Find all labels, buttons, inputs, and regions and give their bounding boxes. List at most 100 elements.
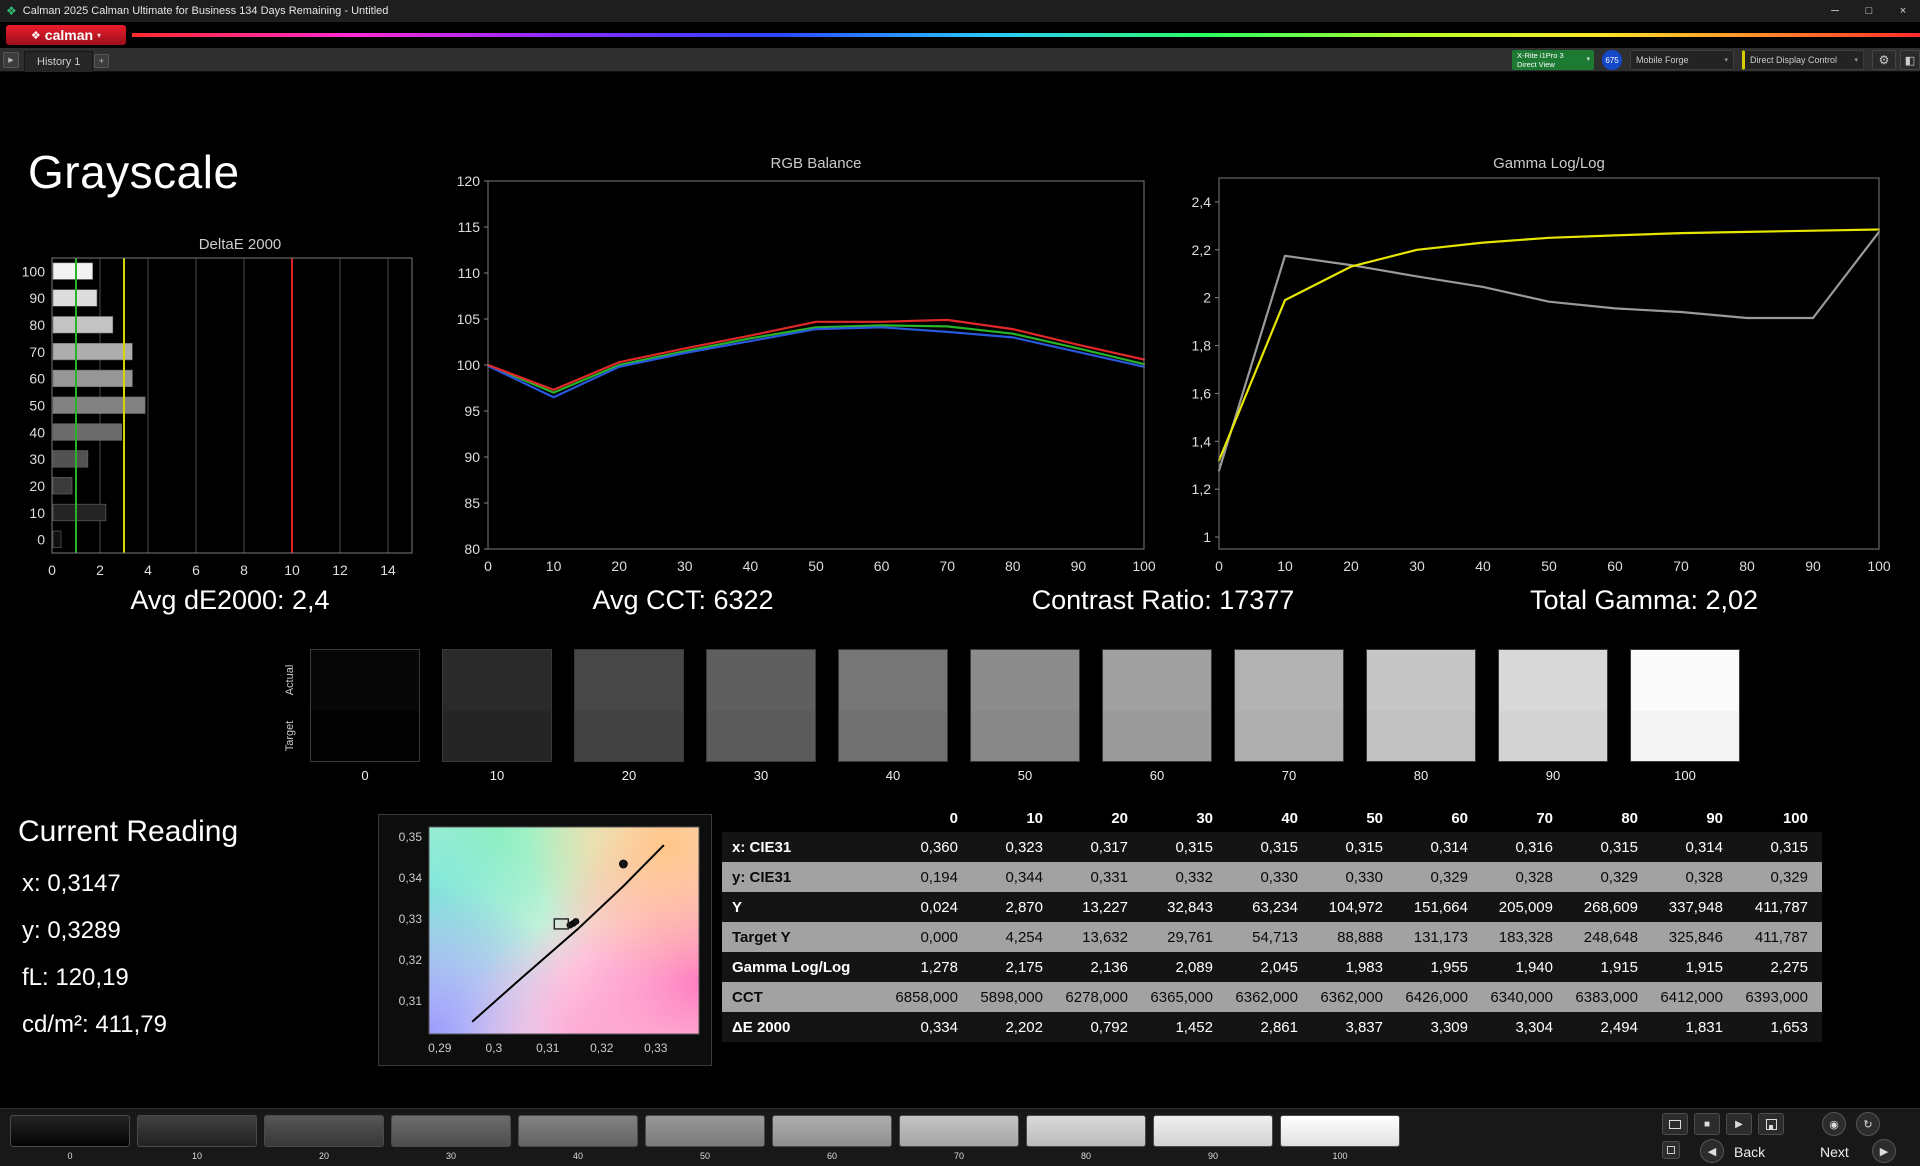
display-control-dropdown[interactable]: Direct Display Control ▾ <box>1742 50 1864 70</box>
table-cell: 0,315 <box>1567 832 1652 862</box>
pattern-level-button[interactable] <box>1153 1115 1273 1147</box>
back-circle-button[interactable]: ◀ <box>1700 1139 1724 1163</box>
calman-app-icon: ❖ <box>6 4 17 18</box>
table-row-label: x: CIE31 <box>722 832 887 862</box>
target-icon: ◉ <box>1829 1118 1839 1131</box>
actual-row-label: Actual <box>284 664 296 696</box>
table-cell: 6858,000 <box>887 982 972 1012</box>
table-cell: 0,792 <box>1057 1012 1142 1042</box>
source-dropdown[interactable]: Mobile Forge ▾ <box>1630 50 1734 70</box>
table-cell: 6340,000 <box>1482 982 1567 1012</box>
swatch-level-label: 10 <box>489 768 505 783</box>
pattern-level-label: 30 <box>445 1151 456 1161</box>
pattern-level-button[interactable] <box>1026 1115 1146 1147</box>
panel-toggle-button[interactable]: ◧ <box>1900 50 1920 70</box>
cie-chromaticity-panel: 0,31 0,32 0,33 0,34 0,35 0,29 0,3 0,31 0,32 0,33 <box>378 814 712 1066</box>
table-cell: 0,315 <box>1227 832 1312 862</box>
table-cell: 268,609 <box>1567 892 1652 922</box>
pattern-level-button[interactable] <box>1280 1115 1400 1147</box>
pattern-level-label: 0 <box>67 1151 73 1161</box>
pattern-level-button[interactable] <box>518 1115 638 1147</box>
pattern-level-label: 80 <box>1080 1151 1091 1161</box>
pattern-window-button[interactable] <box>1662 1141 1680 1159</box>
svg-text:80: 80 <box>1005 558 1021 574</box>
svg-text:0,29: 0,29 <box>428 1041 452 1055</box>
svg-text:100: 100 <box>457 357 481 373</box>
close-button[interactable]: × <box>1886 0 1920 22</box>
grayscale-swatch <box>442 649 552 762</box>
svg-text:40: 40 <box>1475 558 1491 574</box>
table-cell: 0,332 <box>1142 862 1227 892</box>
refresh-icon: ↻ <box>1863 1118 1873 1131</box>
maximize-button[interactable]: □ <box>1852 0 1886 22</box>
settings-button[interactable]: ⚙ <box>1872 50 1896 70</box>
svg-text:60: 60 <box>1607 558 1623 574</box>
table-column-header: 100 <box>1782 809 1808 827</box>
svg-text:0,3: 0,3 <box>485 1041 502 1055</box>
table-cell: 0,329 <box>1567 862 1652 892</box>
pattern-level-button[interactable] <box>264 1115 384 1147</box>
pattern-level-label: 10 <box>191 1151 202 1161</box>
deltae-bar-chart: 0 2 4 6 8 10 12 141009080706050403020100 <box>22 257 413 578</box>
swatch-level-label: 30 <box>753 768 769 783</box>
table-cell: 88,888 <box>1312 922 1397 952</box>
pattern-level-button[interactable] <box>137 1115 257 1147</box>
svg-text:90: 90 <box>464 449 480 465</box>
grayscale-swatch <box>970 649 1080 762</box>
pattern-level-button[interactable] <box>391 1115 511 1147</box>
svg-text:10: 10 <box>284 562 300 578</box>
table-cell: 6362,000 <box>1227 982 1312 1012</box>
stop-button[interactable]: ■ <box>1694 1113 1720 1135</box>
pattern-level-label: 50 <box>699 1151 710 1161</box>
table-cell: 2,045 <box>1227 952 1312 982</box>
refresh-button[interactable]: ↻ <box>1856 1112 1880 1136</box>
table-header-row: 0 10 20 30 40 50 60 70 80 90 100 <box>722 804 1822 832</box>
swatch-target <box>1102 711 1212 762</box>
display-preview-button[interactable] <box>1662 1113 1688 1135</box>
table-row: CCT 6858,000 5898,000 6278,000 6365,000 6362,… <box>722 982 1822 1012</box>
svg-text:100: 100 <box>22 263 46 279</box>
stop-icon: ■ <box>1703 1118 1711 1130</box>
tab-history-1[interactable]: History 1 <box>24 51 94 72</box>
next-button[interactable]: Next <box>1820 1144 1849 1160</box>
chevron-down-icon: ▾ <box>1586 55 1590 63</box>
table-cell: 2,870 <box>972 892 1057 922</box>
table-cell: 0,024 <box>887 892 972 922</box>
svg-text:10: 10 <box>1277 558 1293 574</box>
svg-text:0,34: 0,34 <box>399 871 423 885</box>
cie-chart: 0,31 0,32 0,33 0,34 0,35 0,29 0,3 0,31 0,32 0,33 <box>399 826 700 1055</box>
next-circle-button[interactable]: ▶ <box>1872 1139 1896 1163</box>
grayscale-swatch <box>574 649 684 762</box>
add-tab-button[interactable]: + <box>94 54 109 68</box>
save-button[interactable] <box>1758 1113 1784 1135</box>
table-cell: 3,309 <box>1397 1012 1482 1042</box>
read-continuous-button[interactable]: ◉ <box>1822 1112 1846 1136</box>
svg-text:14: 14 <box>380 562 396 578</box>
table-column-header: 30 <box>1196 809 1213 827</box>
table-cell: 205,009 <box>1482 892 1567 922</box>
table-cell: 2,089 <box>1142 952 1227 982</box>
svg-text:105: 105 <box>457 311 481 327</box>
svg-text:80: 80 <box>29 317 45 333</box>
play-button[interactable]: ▶ <box>1726 1113 1752 1135</box>
pattern-level-button[interactable] <box>645 1115 765 1147</box>
table-cell: 6365,000 <box>1142 982 1227 1012</box>
tab-scroll-button[interactable]: ▶ <box>3 52 19 68</box>
meter-dropdown[interactable]: X-Rite i1Pro 3 Direct View ▾ <box>1512 50 1594 70</box>
pattern-level-button[interactable] <box>899 1115 1019 1147</box>
calman-logo-menu[interactable]: ❖ calman ▾ <box>6 25 126 45</box>
swatch-actual <box>1366 649 1476 711</box>
back-button[interactable]: Back <box>1734 1144 1765 1160</box>
table-cell: 0,194 <box>887 862 972 892</box>
reading-x: x: 0,3147 <box>22 870 121 897</box>
pattern-level-button[interactable] <box>10 1115 130 1147</box>
swatch-level-label: 50 <box>1017 768 1033 783</box>
minimize-button[interactable]: ─ <box>1818 0 1852 22</box>
svg-text:0,33: 0,33 <box>644 1041 668 1055</box>
table-cell: 1,955 <box>1397 952 1482 982</box>
pattern-level-button[interactable] <box>772 1115 892 1147</box>
swatch-target <box>970 711 1080 762</box>
brand-bar: ❖ calman ▾ <box>0 22 1920 48</box>
table-cell: 0,328 <box>1652 862 1737 892</box>
table-column-header: 50 <box>1366 809 1383 827</box>
